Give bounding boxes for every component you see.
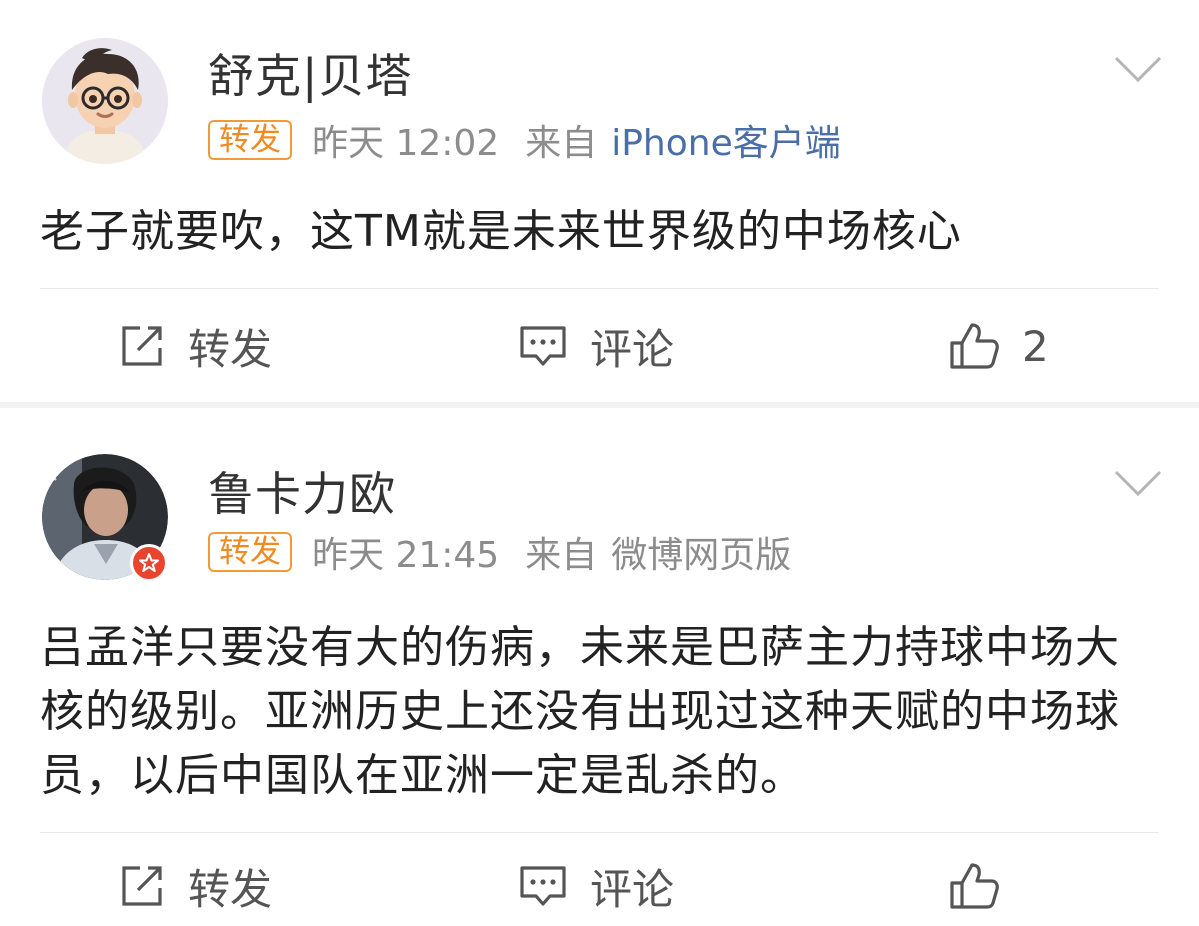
verified-badge-icon	[130, 544, 168, 582]
post-content: 老子就要吹，这TM就是未来世界级的中场核心	[40, 206, 962, 257]
action-bar: 转发 评论 2	[0, 306, 1199, 386]
repost-label: 转发	[188, 864, 273, 914]
comment-icon	[520, 326, 566, 366]
thumbs-up-icon	[950, 863, 999, 909]
divider	[40, 832, 1159, 833]
avatar[interactable]	[42, 38, 168, 164]
cartoon-boy-avatar-icon	[42, 38, 168, 164]
repost-button[interactable]: 转发	[118, 846, 272, 926]
comment-button[interactable]: 评论	[518, 846, 674, 926]
thumbs-up-icon	[950, 323, 999, 369]
chevron-down-icon[interactable]	[1112, 52, 1164, 86]
action-bar: 转发 评论	[0, 846, 1199, 926]
like-button[interactable]: 2	[948, 306, 1049, 386]
comment-label: 评论	[590, 324, 675, 374]
source-link[interactable]: iPhone客户端	[611, 114, 841, 166]
comment-icon	[520, 866, 566, 906]
repost-icon	[122, 326, 162, 366]
repost-label: 转发	[188, 324, 273, 374]
post-meta: 转发 昨天 12:02 来自 iPhone客户端	[208, 118, 841, 164]
post-meta: 转发 昨天 21:45 来自 微博网页版	[208, 530, 791, 576]
source-label: 来自	[525, 123, 598, 164]
username[interactable]: 鲁卡力欧	[208, 458, 396, 524]
source-text: 微博网页版	[611, 535, 792, 576]
post-card-2: 鲁卡力欧 转发 昨天 21:45 来自 微博网页版 吕孟洋只要没有大的伤病，未来…	[0, 408, 1199, 914]
repost-badge: 转发	[208, 532, 292, 572]
like-count: 2	[1022, 321, 1049, 371]
username[interactable]: 舒克|贝塔	[208, 40, 413, 106]
comment-button[interactable]: 评论	[518, 306, 674, 386]
repost-button[interactable]: 转发	[118, 306, 272, 386]
post-time: 昨天 12:02	[312, 123, 500, 164]
like-button[interactable]	[948, 846, 1022, 926]
chevron-down-icon[interactable]	[1112, 466, 1164, 500]
source-label: 来自	[525, 535, 598, 576]
comment-label: 评论	[590, 864, 675, 914]
divider	[40, 288, 1159, 289]
post-content: 吕孟洋只要没有大的伤病，未来是巴萨主力持球中场大核的级别。亚洲历史上还没有出现过…	[40, 622, 1120, 801]
post-card-1: 舒克|贝塔 转发 昨天 12:02 来自 iPhone客户端 老子就要吹，这TM…	[0, 0, 1199, 402]
post-time: 昨天 21:45	[312, 535, 500, 576]
repost-icon	[122, 866, 162, 906]
repost-badge: 转发	[208, 120, 292, 160]
avatar[interactable]	[42, 454, 168, 582]
